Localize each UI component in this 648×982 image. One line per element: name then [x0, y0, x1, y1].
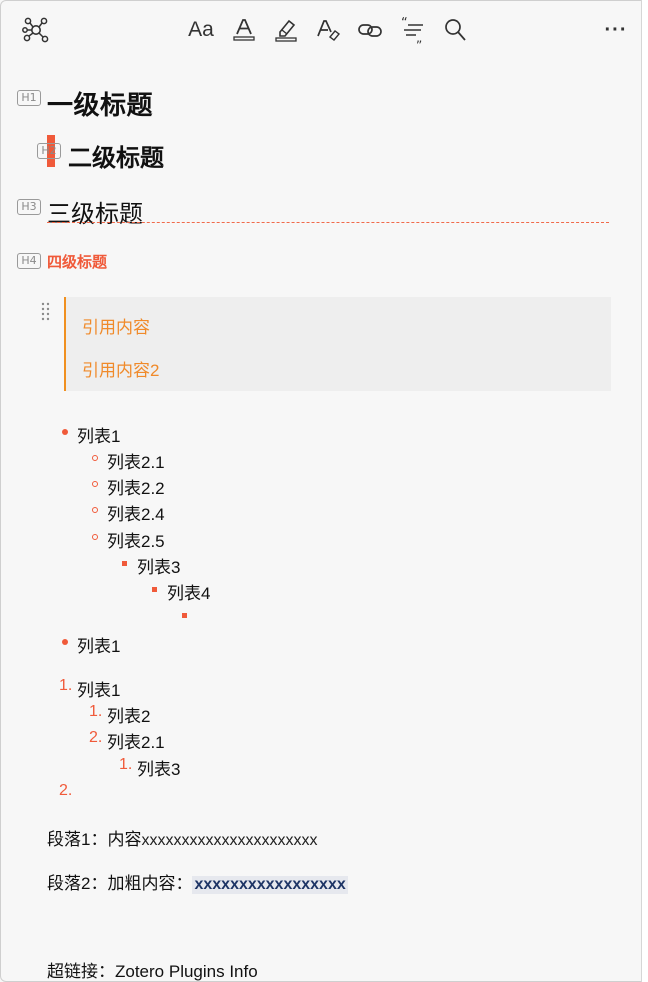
- list-item[interactable]: 列表2.5: [107, 527, 165, 552]
- heading-1[interactable]: 一级标题: [47, 85, 153, 122]
- list-item[interactable]: 列表2.4: [107, 500, 165, 525]
- more-icon[interactable]: ···: [601, 15, 631, 45]
- list-item[interactable]: 列表1: [77, 422, 120, 447]
- list-number: 2.: [59, 782, 73, 799]
- list-item[interactable]: 列表1: [77, 632, 120, 657]
- bold-text: xxxxxxxxxxxxxxxxx: [192, 876, 348, 894]
- list-bullet: [92, 534, 98, 540]
- paragraph-label: 段落2：加粗内容：: [47, 874, 193, 893]
- hyperlink-paragraph[interactable]: 超链接：Zotero Plugins Info: [47, 957, 258, 981]
- list-bullet: [122, 561, 127, 566]
- paragraph-value: xxxxxxxxxxxxxxxxxxxxxx: [141, 832, 318, 849]
- blockquote-line: 引用内容: [82, 318, 150, 337]
- drag-handle-icon[interactable]: [41, 301, 51, 321]
- list-bullet: [182, 613, 187, 618]
- heading-3[interactable]: 三级标题: [47, 194, 143, 229]
- list-number: 1.: [89, 703, 103, 720]
- paragraph-label: 段落1：内容: [47, 830, 142, 849]
- list-number: 2.: [89, 729, 103, 746]
- h4-badge[interactable]: H4: [17, 253, 41, 269]
- list-bullet: [92, 455, 98, 461]
- more-label: ···: [604, 18, 628, 41]
- highlight-icon[interactable]: [271, 15, 301, 45]
- list-item[interactable]: 列表3: [137, 553, 180, 578]
- list-bullet: [92, 481, 98, 487]
- paragraph-1[interactable]: 段落1：内容xxxxxxxxxxxxxxxxxxxxxx: [47, 825, 317, 850]
- blockquote-line: 引用内容2: [82, 361, 160, 380]
- ordered-list-item[interactable]: 列表2: [107, 702, 150, 727]
- list-bullet: [92, 507, 98, 513]
- h1-badge[interactable]: H1: [17, 90, 41, 106]
- list-bullet: [62, 639, 68, 645]
- link-icon[interactable]: [355, 15, 385, 45]
- list-item[interactable]: 列表2.2: [107, 474, 165, 499]
- blockquote[interactable]: 引用内容 引用内容2: [64, 297, 611, 391]
- hyperlink[interactable]: Zotero Plugins Info: [115, 962, 258, 981]
- hyperlink-label: 超链接：: [47, 962, 115, 981]
- heading-4[interactable]: 四级标题: [47, 251, 107, 272]
- list-bullet: [152, 587, 157, 592]
- svg-text:„: „: [416, 31, 422, 44]
- clear-format-icon[interactable]: [313, 15, 343, 45]
- h2-badge[interactable]: H2: [37, 143, 61, 159]
- list-item[interactable]: 列表4: [167, 579, 210, 604]
- ordered-list-item[interactable]: 列表2.1: [107, 728, 165, 753]
- h3-badge[interactable]: H3: [17, 199, 41, 215]
- font-size-icon[interactable]: Aa: [186, 15, 216, 45]
- heading-2[interactable]: 二级标题: [68, 138, 164, 173]
- font-size-label: Aa: [188, 18, 214, 41]
- citation-icon[interactable]: “ „: [398, 15, 428, 45]
- text-color-icon[interactable]: [229, 15, 259, 45]
- list-item[interactable]: 列表2.1: [107, 448, 165, 473]
- list-number: 1.: [59, 677, 73, 694]
- list-number: 1.: [119, 756, 133, 773]
- heading-3-underline: [47, 222, 609, 223]
- scrollbar-track[interactable]: [641, 0, 648, 982]
- note-editor-window: Aa “ „ ··· H1 一级标题 H2 二级标题 H3 三级标题 H4 四级…: [0, 0, 648, 982]
- paragraph-2[interactable]: 段落2：加粗内容： xxxxxxxxxxxxxxxxx: [47, 869, 348, 894]
- list-bullet: [62, 429, 68, 435]
- ordered-list-item[interactable]: 列表3: [137, 755, 180, 780]
- graph-icon[interactable]: [21, 15, 51, 45]
- search-icon[interactable]: [440, 15, 470, 45]
- svg-text:“: “: [401, 16, 408, 31]
- editor-toolbar: Aa “ „ ···: [1, 1, 641, 59]
- ordered-list-item[interactable]: 列表1: [77, 676, 120, 701]
